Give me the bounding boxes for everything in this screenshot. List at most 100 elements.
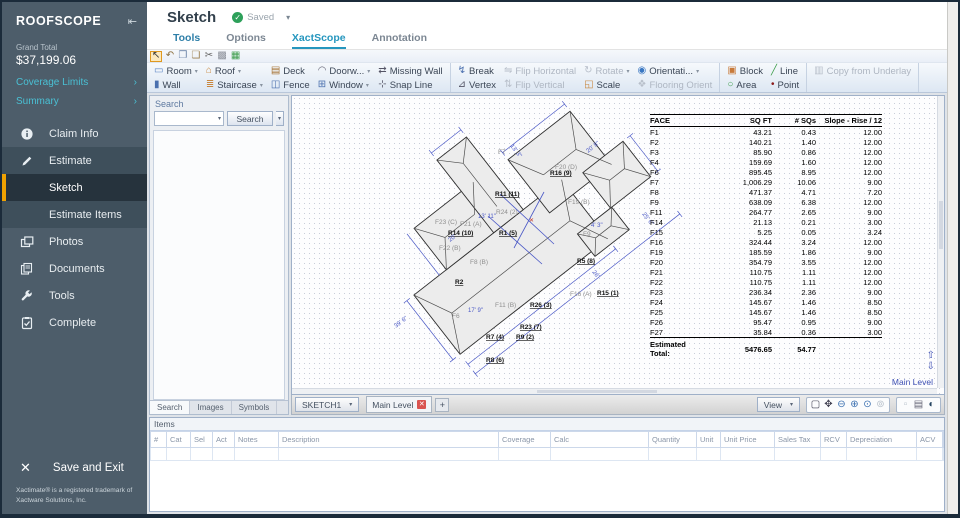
items-empty-cell[interactable] [551, 448, 649, 461]
tab-tools[interactable]: Tools [173, 32, 200, 49]
ribbon-window-button[interactable]: ⊞Window▾ [314, 80, 375, 91]
sidebar-item-complete[interactable]: Complete [2, 309, 147, 336]
items-empty-cell[interactable] [167, 448, 191, 461]
items-col-rcv: RCV [821, 432, 847, 448]
lock-button[interactable]: ▩ [216, 51, 227, 62]
search-combobox[interactable]: ▾ [154, 111, 224, 126]
pan-button[interactable]: ✥ [822, 400, 835, 410]
sidebar-item-estimate[interactable]: Estimate [2, 147, 147, 174]
face-row: F19185.591.869.00 [650, 247, 882, 257]
ribbon-orientati-button[interactable]: ◉Orientati...▾ [634, 66, 717, 77]
ribbon-scale-button[interactable]: ◱Scale [580, 80, 633, 91]
ribbon-point-button[interactable]: •Point [767, 80, 803, 91]
quick-access-toolbar: ↖↶❐❏✂▩▦ [147, 50, 947, 63]
ribbon-missing-wall-button[interactable]: ⇄Missing Wall [374, 66, 446, 77]
window-icon: ⊞ [318, 80, 326, 90]
ribbon-snap-line-button[interactable]: ⊹Snap Line [374, 80, 446, 91]
sketch-canvas[interactable]: ✕ F7F20 (D)F19 (B)F23 (C)F21 (A)F22 (B)F… [291, 95, 945, 395]
ribbon-room-button[interactable]: ▭Room▾ [150, 66, 202, 77]
ribbon-wall-button[interactable]: ▮Wall [150, 80, 202, 91]
sidebar-item-sketch[interactable]: Sketch [2, 174, 147, 201]
add-level-button[interactable]: + [435, 398, 449, 412]
copy-button[interactable]: ❐ [177, 51, 188, 62]
sketch-page-selector[interactable]: SKETCH1 ▾ [295, 397, 359, 412]
items-empty-cell[interactable] [943, 448, 944, 461]
zoom-window-button[interactable]: ⊙ [861, 400, 874, 410]
paste-button[interactable]: ❏ [190, 51, 201, 62]
items-empty-cell[interactable] [235, 448, 279, 461]
sidebar-link-coverage-limits[interactable]: Coverage Limits › [2, 73, 147, 92]
tab-symbols[interactable]: Symbols [232, 401, 278, 414]
items-empty-cell[interactable] [821, 448, 847, 461]
face-cell: 10.06 [772, 177, 816, 187]
tab-xactscope[interactable]: XactScope [292, 32, 346, 49]
collapse-sidebar-icon[interactable]: ⇤ [128, 15, 137, 28]
zoom-out-button[interactable]: ⊖ [835, 400, 848, 410]
ribbon-doorw-button[interactable]: ◠Doorw...▾ [314, 66, 375, 77]
sidebar-item-documents[interactable]: Documents [2, 255, 147, 282]
items-empty-cell[interactable] [721, 448, 775, 461]
items-empty-cell[interactable] [775, 448, 821, 461]
tab-options[interactable]: Options [226, 32, 266, 49]
items-empty-cell[interactable] [847, 448, 917, 461]
items-empty-cell[interactable] [697, 448, 721, 461]
ribbon-break-button[interactable]: ↯Break [454, 66, 500, 77]
zoom-in-button[interactable]: ⊕ [848, 400, 861, 410]
sidebar-link-summary[interactable]: Summary › [2, 92, 147, 111]
ribbon-block-button[interactable]: ▣Block [723, 66, 767, 77]
tab-annotation[interactable]: Annotation [372, 32, 427, 49]
chevron-down-icon: ▾ [260, 82, 263, 89]
chevron-down-icon[interactable]: ▾ [286, 13, 290, 22]
items-empty-cell[interactable] [279, 448, 499, 461]
items-col-filler [943, 432, 944, 448]
zoom-toolbar: ▢✥⊖⊕⊙⊚ [806, 397, 890, 413]
page-button[interactable]: ▤ [912, 400, 925, 410]
zoom-window-icon: ⊙ [863, 400, 871, 410]
ribbon-fence-button[interactable]: ◫Fence [267, 80, 314, 91]
tab-search[interactable]: Search [150, 401, 190, 414]
items-empty-cell[interactable] [917, 448, 943, 461]
items-col-sales-tax: Sales Tax [775, 432, 821, 448]
ribbon-area-button[interactable]: ○Area [723, 80, 767, 91]
search-input[interactable] [155, 114, 216, 124]
view-menu-button[interactable]: View ▾ [757, 397, 800, 412]
save-and-exit-button[interactable]: ✕ Save and Exit [2, 460, 147, 476]
items-empty-cell[interactable] [191, 448, 213, 461]
ribbon-group: ▣Block ○Area╱Line •Point [720, 63, 807, 92]
ribbon-vertex-button[interactable]: ⊿Vertex [454, 80, 500, 91]
items-empty-cell[interactable] [213, 448, 235, 461]
grid-button[interactable]: ▦ [230, 51, 241, 62]
sidebar-item-claim-info[interactable]: Claim Info [2, 120, 147, 147]
vertical-scrollbar[interactable] [937, 96, 944, 388]
items-empty-cell[interactable] [499, 448, 551, 461]
level-tab-main-level[interactable]: Main Level ✕ [366, 396, 432, 413]
zoom-extents-button[interactable]: ⊚ [874, 400, 887, 410]
sidebar-item-tools[interactable]: Tools [2, 282, 147, 309]
blank-square-button[interactable]: ▫ [899, 400, 912, 410]
sidebar-item-estimate-items[interactable]: Estimate Items [2, 201, 147, 228]
ribbon-roof-button[interactable]: ⌂Roof▾ [202, 66, 267, 77]
ribbon-button-label: Wall [163, 80, 181, 91]
items-empty-cell[interactable] [649, 448, 697, 461]
world-button[interactable]: ◐ [925, 400, 938, 410]
ribbon-button-label: Rotate [595, 66, 623, 77]
wrench-icon [20, 289, 34, 303]
ribbon-button-label: Doorw... [329, 66, 364, 77]
ribbon-deck-button[interactable]: ▤Deck [267, 66, 314, 77]
marquee-button[interactable]: ▢ [809, 400, 822, 410]
roof-icon: ⌂ [206, 66, 212, 76]
close-level-icon[interactable]: ✕ [417, 400, 426, 409]
horizontal-scrollbar[interactable] [292, 388, 937, 394]
search-button[interactable]: Search [227, 111, 273, 126]
undo-button[interactable]: ↶ [164, 51, 175, 62]
tab-images[interactable]: Images [190, 401, 231, 414]
chevron-down-icon[interactable]: ▾ [216, 115, 223, 122]
ribbon-staircase-button[interactable]: ≣Staircase▾ [202, 80, 267, 91]
items-empty-cell[interactable] [151, 448, 167, 461]
cut-button[interactable]: ✂ [203, 51, 214, 62]
select-button[interactable]: ↖ [150, 51, 162, 62]
sidebar-item-photos[interactable]: Photos [2, 228, 147, 255]
search-options-dropdown[interactable]: ▾ [276, 111, 284, 126]
ribbon-line-button[interactable]: ╱Line [767, 66, 803, 77]
items-empty-row[interactable] [151, 448, 944, 461]
